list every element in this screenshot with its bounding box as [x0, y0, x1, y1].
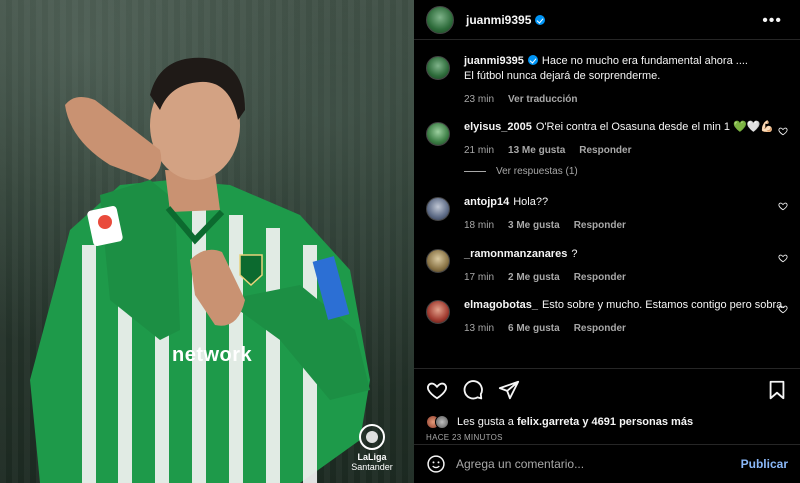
likes-user[interactable]: felix.garreta [517, 416, 579, 428]
caption-username[interactable]: juanmi9395 [464, 55, 524, 67]
comment-likes[interactable]: 2 Me gusta [508, 270, 560, 285]
replies-line [464, 171, 486, 172]
comment-username[interactable]: antojp14 [464, 196, 509, 208]
comment-item: _ramonmanzanares? 17 min 2 Me gusta Resp… [426, 247, 788, 285]
comment-text: Esto sobre y mucho. Estamos contigo pero… [541, 299, 786, 311]
post-caption: juanmi9395 Hace no mucho era fundamental … [426, 54, 788, 107]
emoji-icon[interactable] [426, 454, 446, 474]
comment-time: 13 min [464, 323, 495, 334]
reply-button[interactable]: Responder [574, 270, 626, 285]
comment-avatar[interactable] [426, 197, 450, 221]
post-photo[interactable]: network LaLiga Santander [0, 0, 414, 483]
verified-icon [535, 14, 546, 25]
comment-text: ? [571, 248, 578, 260]
comment-avatar[interactable] [426, 300, 450, 324]
view-replies-button[interactable]: Ver respuestas (1) [464, 166, 578, 177]
likes-prefix: Les gusta a [457, 416, 514, 428]
comment-avatar[interactable] [426, 249, 450, 273]
player-illustration [30, 57, 370, 483]
reply-button[interactable]: Responder [574, 218, 626, 233]
comment-text: O'Rei contra el Osasuna desde el min 1 💚… [535, 121, 775, 133]
post-header: juanmi9395 ••• [414, 0, 800, 40]
laliga-logo-line2: Santander [351, 462, 393, 472]
add-comment-bar: Publicar [414, 444, 800, 483]
caption-time: 23 min [464, 94, 495, 105]
comment-likes[interactable]: 3 Me gusta [508, 218, 560, 233]
liker-avatar [435, 415, 449, 429]
author-avatar[interactable] [426, 5, 454, 34]
comment-icon[interactable] [462, 379, 484, 401]
likes-summary[interactable]: Les gusta a felix.garreta y 4691 persona… [426, 415, 788, 429]
comment-likes[interactable]: 13 Me gusta [508, 143, 565, 158]
heart-icon[interactable] [426, 379, 448, 401]
comment-username[interactable]: elyisus_2005 [464, 121, 532, 133]
comment-item: elyisus_2005 O'Rei contra el Osasuna desd… [426, 120, 788, 158]
comment-time: 21 min [464, 145, 495, 156]
caption-text-line2: El fútbol nunca dejará de sorprenderme. [464, 70, 661, 82]
verified-icon [527, 55, 538, 65]
caption-avatar[interactable] [426, 56, 450, 80]
view-replies-text[interactable]: Ver respuestas (1) [496, 166, 578, 177]
comment-heart-icon[interactable] [778, 201, 788, 211]
bookmark-icon[interactable] [766, 379, 788, 401]
comments-list[interactable]: juanmi9395 Hace no mucho era fundamental … [414, 42, 800, 362]
comment-username[interactable]: _ramonmanzanares [464, 248, 567, 260]
comment-username[interactable]: elmagobotas_ [464, 299, 538, 311]
share-icon[interactable] [498, 379, 520, 401]
caption-text-line1: Hace no mucho era fundamental ahora .... [541, 55, 748, 67]
comment-likes[interactable]: 6 Me gusta [508, 321, 560, 336]
post-side-panel: juanmi9395 ••• juanmi9395 Hace no mucho e… [414, 0, 800, 483]
likes-text: Les gusta a felix.garreta y 4691 persona… [457, 416, 693, 428]
publish-button[interactable]: Publicar [741, 457, 788, 471]
comment-heart-icon[interactable] [778, 304, 788, 314]
comment-time: 18 min [464, 220, 495, 231]
comment-avatar[interactable] [426, 122, 450, 146]
reply-button[interactable]: Responder [574, 321, 626, 336]
author-username[interactable]: juanmi9395 [466, 13, 546, 27]
comment-time: 17 min [464, 272, 495, 283]
action-icons [426, 379, 788, 401]
translate-link[interactable]: Ver traducción [508, 92, 577, 107]
comment-heart-icon[interactable] [778, 253, 788, 263]
comment-heart-icon[interactable] [778, 126, 788, 136]
comment-item: elmagobotas_ Esto sobre y mucho. Estamos … [426, 298, 788, 336]
comment-item: antojp14 Hola?? 18 min 3 Me gusta Respond… [426, 195, 788, 233]
author-username-text[interactable]: juanmi9395 [466, 13, 531, 27]
likes-count[interactable]: y 4691 personas más [582, 416, 693, 428]
reply-button[interactable]: Responder [579, 143, 631, 158]
comment-text: Hola?? [513, 196, 549, 208]
laliga-logo: LaLiga Santander [342, 424, 402, 472]
more-icon[interactable]: ••• [762, 12, 782, 30]
jersey-sponsor-text: network [172, 344, 253, 366]
laliga-logo-line1: LaLiga [357, 452, 387, 462]
posted-time: HACE 23 MINUTOS [426, 433, 503, 442]
laliga-ball-icon [359, 424, 385, 450]
comment-input[interactable] [456, 457, 741, 471]
